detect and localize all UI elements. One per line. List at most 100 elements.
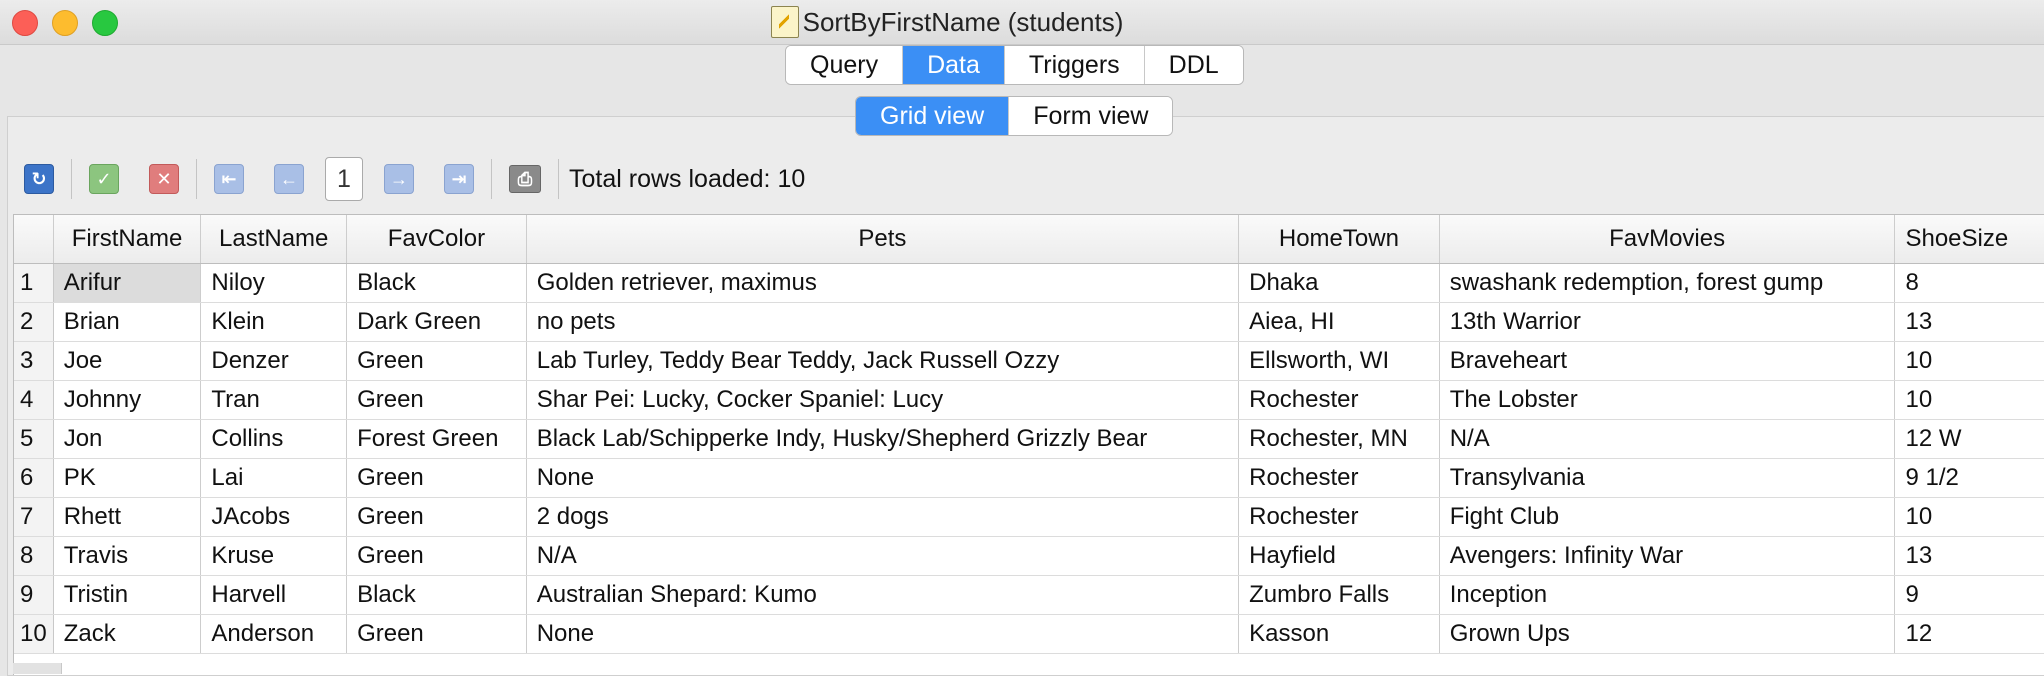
table-cell[interactable]: 8: [1894, 263, 2044, 303]
table-cell[interactable]: Inception: [1439, 575, 1896, 615]
column-header[interactable]: HomeTown: [1238, 215, 1440, 264]
table-cell[interactable]: Hayfield: [1238, 536, 1440, 576]
tab-form-view[interactable]: Form view: [1009, 97, 1173, 135]
table-row[interactable]: 3 Joe Denzer Green Lab Turley, Teddy Bear Te…: [14, 341, 2044, 381]
row-number[interactable]: 8: [14, 536, 54, 576]
rollback-cancel-icon[interactable]: ✕: [149, 164, 179, 194]
table-cell[interactable]: 10: [1894, 341, 2044, 381]
column-header[interactable]: ShoeSize: [1894, 215, 2044, 264]
row-number[interactable]: 5: [14, 419, 54, 459]
table-cell[interactable]: Green: [346, 341, 527, 381]
previous-page-icon[interactable]: ←: [274, 164, 304, 194]
column-header[interactable]: FavColor: [346, 215, 527, 264]
corner-header[interactable]: [14, 215, 54, 264]
table-cell[interactable]: Aiea, HI: [1238, 302, 1440, 342]
refresh-icon[interactable]: ↻: [24, 164, 54, 194]
table-cell[interactable]: Anderson: [200, 614, 348, 654]
last-page-icon[interactable]: ⇥: [444, 164, 474, 194]
table-cell[interactable]: Collins: [200, 419, 348, 459]
table-row[interactable]: 6 PK Lai Green None Rochester Transylvania 9 1/…: [14, 458, 2044, 498]
table-cell[interactable]: Black Lab/Schipperke Indy, Husky/Shepher…: [526, 419, 1240, 459]
table-cell[interactable]: Brian: [53, 302, 202, 342]
table-cell[interactable]: no pets: [526, 302, 1240, 342]
row-number[interactable]: 4: [14, 380, 54, 420]
table-cell[interactable]: Australian Shepard: Kumo: [526, 575, 1240, 615]
table-cell[interactable]: N/A: [526, 536, 1240, 576]
table-cell[interactable]: Lab Turley, Teddy Bear Teddy, Jack Russe…: [526, 341, 1240, 381]
table-cell[interactable]: Dark Green: [346, 302, 527, 342]
table-cell[interactable]: Travis: [53, 536, 202, 576]
table-cell[interactable]: Black: [346, 263, 527, 303]
table-cell[interactable]: Ellsworth, WI: [1238, 341, 1440, 381]
table-cell[interactable]: Transylvania: [1439, 458, 1896, 498]
table-cell[interactable]: 13th Warrior: [1439, 302, 1896, 342]
table-cell[interactable]: JAcobs: [200, 497, 348, 537]
table-cell[interactable]: Rhett: [53, 497, 202, 537]
table-cell[interactable]: Zumbro Falls: [1238, 575, 1440, 615]
table-cell[interactable]: Klein: [200, 302, 348, 342]
table-cell[interactable]: The Lobster: [1439, 380, 1896, 420]
table-cell[interactable]: Black: [346, 575, 527, 615]
table-cell[interactable]: Braveheart: [1439, 341, 1896, 381]
tab-triggers[interactable]: Triggers: [1004, 46, 1145, 84]
table-cell[interactable]: Tristin: [53, 575, 202, 615]
table-cell[interactable]: 10: [1894, 380, 2044, 420]
tab-ddl[interactable]: DDL: [1144, 46, 1243, 84]
table-row[interactable]: 10 Zack Anderson Green None Kasson Grown Ups 12: [14, 614, 2044, 654]
table-cell[interactable]: Kasson: [1238, 614, 1440, 654]
row-number[interactable]: 10: [14, 614, 54, 654]
table-cell[interactable]: Dhaka: [1238, 263, 1440, 303]
row-number[interactable]: 9: [14, 575, 54, 615]
table-cell[interactable]: Arifur: [53, 263, 202, 303]
table-cell[interactable]: Green: [346, 497, 527, 537]
table-cell[interactable]: None: [526, 614, 1240, 654]
column-header[interactable]: LastName: [200, 215, 348, 264]
table-cell[interactable]: Johnny: [53, 380, 202, 420]
table-cell[interactable]: 12: [1894, 614, 2044, 654]
table-cell[interactable]: Harvell: [200, 575, 348, 615]
table-cell[interactable]: 9: [1894, 575, 2044, 615]
table-row[interactable]: 7 Rhett JAcobs Green 2 dogs Rochester Fight Cl…: [14, 497, 2044, 537]
column-header[interactable]: FirstName: [53, 215, 202, 264]
table-cell[interactable]: Fight Club: [1439, 497, 1896, 537]
row-number[interactable]: 7: [14, 497, 54, 537]
column-header[interactable]: Pets: [526, 215, 1240, 264]
table-cell[interactable]: PK: [53, 458, 202, 498]
table-cell[interactable]: 12 W: [1894, 419, 2044, 459]
table-row[interactable]: 1 Arifur Niloy Black Golden retriever, maxim…: [14, 263, 2044, 303]
table-cell[interactable]: Shar Pei: Lucky, Cocker Spaniel: Lucy: [526, 380, 1240, 420]
tab-data[interactable]: Data: [903, 46, 1005, 84]
table-cell[interactable]: Rochester: [1238, 497, 1440, 537]
table-cell[interactable]: Rochester, MN: [1238, 419, 1440, 459]
table-row[interactable]: 2 Brian Klein Dark Green no pets Aiea, HI 13th…: [14, 302, 2044, 342]
row-number[interactable]: 6: [14, 458, 54, 498]
table-cell[interactable]: 2 dogs: [526, 497, 1240, 537]
table-cell[interactable]: Kruse: [200, 536, 348, 576]
table-cell[interactable]: swashank redemption, forest gump: [1439, 263, 1896, 303]
table-cell[interactable]: Joe: [53, 341, 202, 381]
table-cell[interactable]: Niloy: [200, 263, 348, 303]
table-cell[interactable]: Jon: [53, 419, 202, 459]
next-page-icon[interactable]: →: [384, 164, 414, 194]
table-row[interactable]: 5 Jon Collins Forest Green Black Lab/Schippe…: [14, 419, 2044, 459]
table-cell[interactable]: Avengers: Infinity War: [1439, 536, 1896, 576]
table-cell[interactable]: 10: [1894, 497, 2044, 537]
table-cell[interactable]: 9 1/2: [1894, 458, 2044, 498]
column-header[interactable]: FavMovies: [1439, 215, 1896, 264]
page-number-input[interactable]: [325, 157, 363, 201]
table-cell[interactable]: Forest Green: [346, 419, 527, 459]
table-cell[interactable]: Green: [346, 614, 527, 654]
table-cell[interactable]: N/A: [1439, 419, 1896, 459]
table-row[interactable]: 8 Travis Kruse Green N/A Hayfield Avengers: In…: [14, 536, 2044, 576]
table-cell[interactable]: Grown Ups: [1439, 614, 1896, 654]
table-cell[interactable]: Denzer: [200, 341, 348, 381]
row-number[interactable]: 3: [14, 341, 54, 381]
commit-check-icon[interactable]: ✓: [89, 164, 119, 194]
row-number[interactable]: 2: [14, 302, 54, 342]
first-page-icon[interactable]: ⇤: [214, 164, 244, 194]
table-row[interactable]: 4 Johnny Tran Green Shar Pei: Lucky, Cocker …: [14, 380, 2044, 420]
table-cell[interactable]: Tran: [200, 380, 348, 420]
row-number[interactable]: 1: [14, 263, 54, 303]
table-row[interactable]: 9 Tristin Harvell Black Australian Shepard: …: [14, 575, 2044, 615]
table-cell[interactable]: Green: [346, 536, 527, 576]
